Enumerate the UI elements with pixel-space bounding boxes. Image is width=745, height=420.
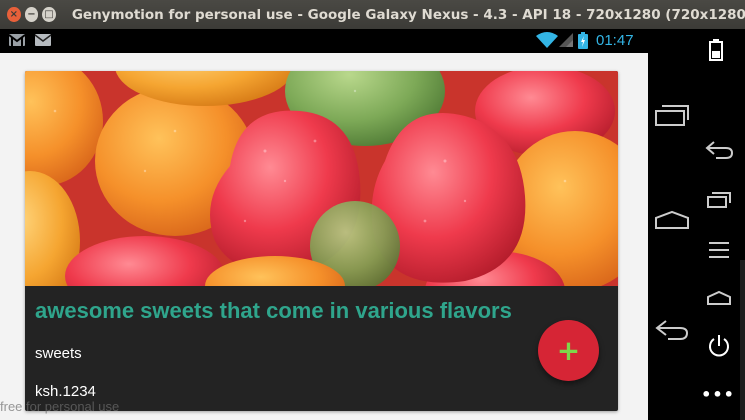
window-close-button[interactable]: × <box>7 7 21 22</box>
navigation-bar: ••• <box>648 29 745 420</box>
app-content: awesome sweets that come in various flav… <box>0 53 648 420</box>
wifi-icon <box>536 31 558 53</box>
home-icon <box>707 290 731 305</box>
power-icon <box>709 335 729 357</box>
status-clock: 01:47 <box>596 32 634 49</box>
home-button-secondary[interactable] <box>702 285 736 311</box>
power-button[interactable] <box>702 331 736 361</box>
battery-icon <box>578 32 588 53</box>
recents-icon <box>707 192 731 208</box>
back-icon <box>705 141 734 159</box>
add-to-cart-fab[interactable]: + <box>538 320 599 381</box>
mail-icon <box>34 32 52 52</box>
home-button[interactable] <box>652 205 692 235</box>
window-title: Genymotion for personal use - Google Gal… <box>71 6 745 23</box>
plus-icon: + <box>556 334 581 367</box>
window-maximize-button[interactable]: □ <box>42 7 56 22</box>
card-title: awesome sweets that come in various flav… <box>35 298 512 323</box>
gummy-candies-image <box>25 71 618 286</box>
recents-button[interactable] <box>652 101 692 131</box>
recents-button-secondary[interactable] <box>702 187 736 213</box>
battery-button[interactable] <box>708 37 724 63</box>
home-icon <box>655 210 689 229</box>
window-title-bar: × − □ Genymotion for personal use - Goog… <box>0 0 745 29</box>
battery-icon <box>709 39 723 61</box>
product-card[interactable]: awesome sweets that come in various flav… <box>25 71 618 411</box>
card-category: sweets <box>35 345 82 362</box>
window-edge <box>740 260 745 420</box>
signal-icon <box>558 32 574 52</box>
menu-button[interactable] <box>702 237 736 263</box>
back-button[interactable] <box>702 137 736 163</box>
back-button-primary[interactable] <box>652 315 692 345</box>
status-bar: 01:47 <box>0 29 648 53</box>
more-button[interactable]: ••• <box>700 381 736 407</box>
recents-icon <box>655 105 689 126</box>
gmail-icon <box>8 32 26 52</box>
menu-icon <box>709 242 729 258</box>
back-icon <box>655 320 689 340</box>
card-price: ksh.1234 <box>35 383 96 400</box>
window-minimize-button[interactable]: − <box>24 7 39 22</box>
watermark: free for personal use <box>0 399 120 414</box>
